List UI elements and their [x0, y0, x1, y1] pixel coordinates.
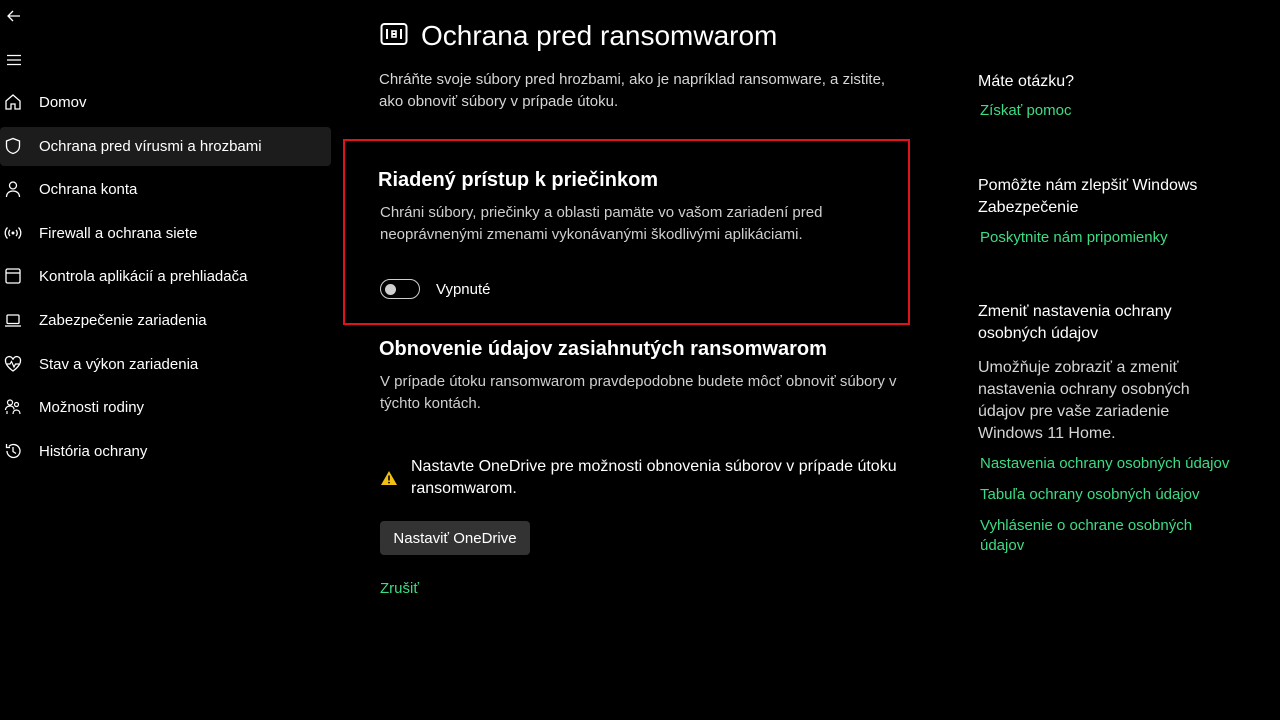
- family-icon: [4, 398, 22, 416]
- sidebar-item-family[interactable]: Možnosti rodiny: [0, 388, 331, 427]
- cfa-toggle-state: Vypnuté: [436, 281, 491, 298]
- cfa-toggle[interactable]: [380, 279, 420, 299]
- sidebar-item-label: Ochrana pred vírusmi a hrozbami: [39, 137, 262, 155]
- setup-onedrive-button[interactable]: Nastaviť OneDrive: [380, 521, 530, 555]
- privacy-settings-link[interactable]: Nastavenia ochrany osobných údajov: [980, 454, 1250, 474]
- sidebar-item-label: Domov: [39, 94, 87, 111]
- recovery-title: Obnovenie údajov zasiahnutých ransomwaro…: [379, 338, 827, 360]
- sidebar-item-label: Ochrana konta: [39, 181, 138, 199]
- home-icon: [4, 93, 22, 111]
- heart-pulse-icon: [4, 355, 22, 373]
- privacy-dashboard-link[interactable]: Tabuľa ochrany osobných údajov: [980, 485, 1250, 505]
- improve-title: Pomôžte nám zlepšiť Windows Zabezpečenie: [978, 177, 1198, 216]
- warning-icon: [380, 470, 398, 486]
- onedrive-warning-text: Nastavte OneDrive pre možnosti obnovenia…: [411, 458, 897, 497]
- sidebar-item-label: História ochrany: [39, 442, 148, 460]
- recovery-description: V prípade útoku ransomwarom pravdepodobn…: [380, 373, 897, 412]
- privacy-statement-link[interactable]: Vyhlásenie o ochrane osobných údajov: [980, 516, 1205, 556]
- sidebar-item-virus-protection[interactable]: Ochrana pred vírusmi a hrozbami: [0, 126, 331, 166]
- sidebar-item-firewall[interactable]: Firewall a ochrana siete: [0, 214, 331, 253]
- feedback-link[interactable]: Poskytnite nám pripomienky: [980, 228, 1250, 248]
- dismiss-link[interactable]: Zrušiť: [380, 580, 419, 597]
- privacy-title: Zmeniť nastavenia ochrany osobných údajo…: [978, 303, 1172, 342]
- back-arrow-icon[interactable]: [4, 6, 24, 26]
- sidebar-nav: Domov Ochrana pred vírusmi a hrozbami Oc…: [0, 83, 331, 475]
- page-description: Chráňte svoje súbory pred hrozbami, ako …: [379, 71, 886, 110]
- privacy-text: Umožňuje zobraziť a zmeniť nastavenia oc…: [978, 359, 1190, 442]
- page-title: Ochrana pred ransomwarom: [421, 20, 778, 51]
- wifi-antenna-icon: [4, 224, 22, 242]
- shield-icon: [4, 137, 22, 155]
- toggle-knob: [385, 283, 396, 295]
- sidebar-item-label: Firewall a ochrana siete: [39, 224, 198, 242]
- sidebar-item-history[interactable]: História ochrany: [0, 432, 331, 471]
- sidebar-item-label: Zabezpečenie zariadenia: [39, 311, 207, 329]
- sidebar-item-label: Stav a výkon zariadenia: [39, 355, 199, 373]
- app-window-icon: [4, 267, 22, 285]
- hamburger-menu-icon[interactable]: [4, 50, 24, 70]
- sidebar-item-device-security[interactable]: Zabezpečenie zariadenia: [0, 301, 331, 340]
- history-icon: [4, 442, 22, 460]
- sidebar-item-device-health[interactable]: Stav a výkon zariadenia: [0, 345, 331, 384]
- sidebar-item-home[interactable]: Domov: [0, 83, 331, 122]
- sidebar-item-app-browser[interactable]: Kontrola aplikácií a prehliadača: [0, 257, 331, 296]
- sidebar-item-label: Možnosti rodiny: [39, 399, 145, 417]
- sidebar-item-label: Kontrola aplikácií a prehliadača: [39, 268, 248, 286]
- question-title: Máte otázku?: [978, 73, 1075, 90]
- get-help-link[interactable]: Získať pomoc: [980, 101, 1250, 121]
- cfa-description: Chráni súbory, priečinky a oblasti pamät…: [380, 204, 823, 243]
- ransomware-icon: [380, 22, 408, 46]
- laptop-icon: [4, 311, 22, 329]
- person-icon: [4, 180, 22, 198]
- cfa-title: Riadený prístup k priečinkom: [378, 169, 659, 191]
- sidebar-item-account[interactable]: Ochrana konta: [0, 170, 331, 209]
